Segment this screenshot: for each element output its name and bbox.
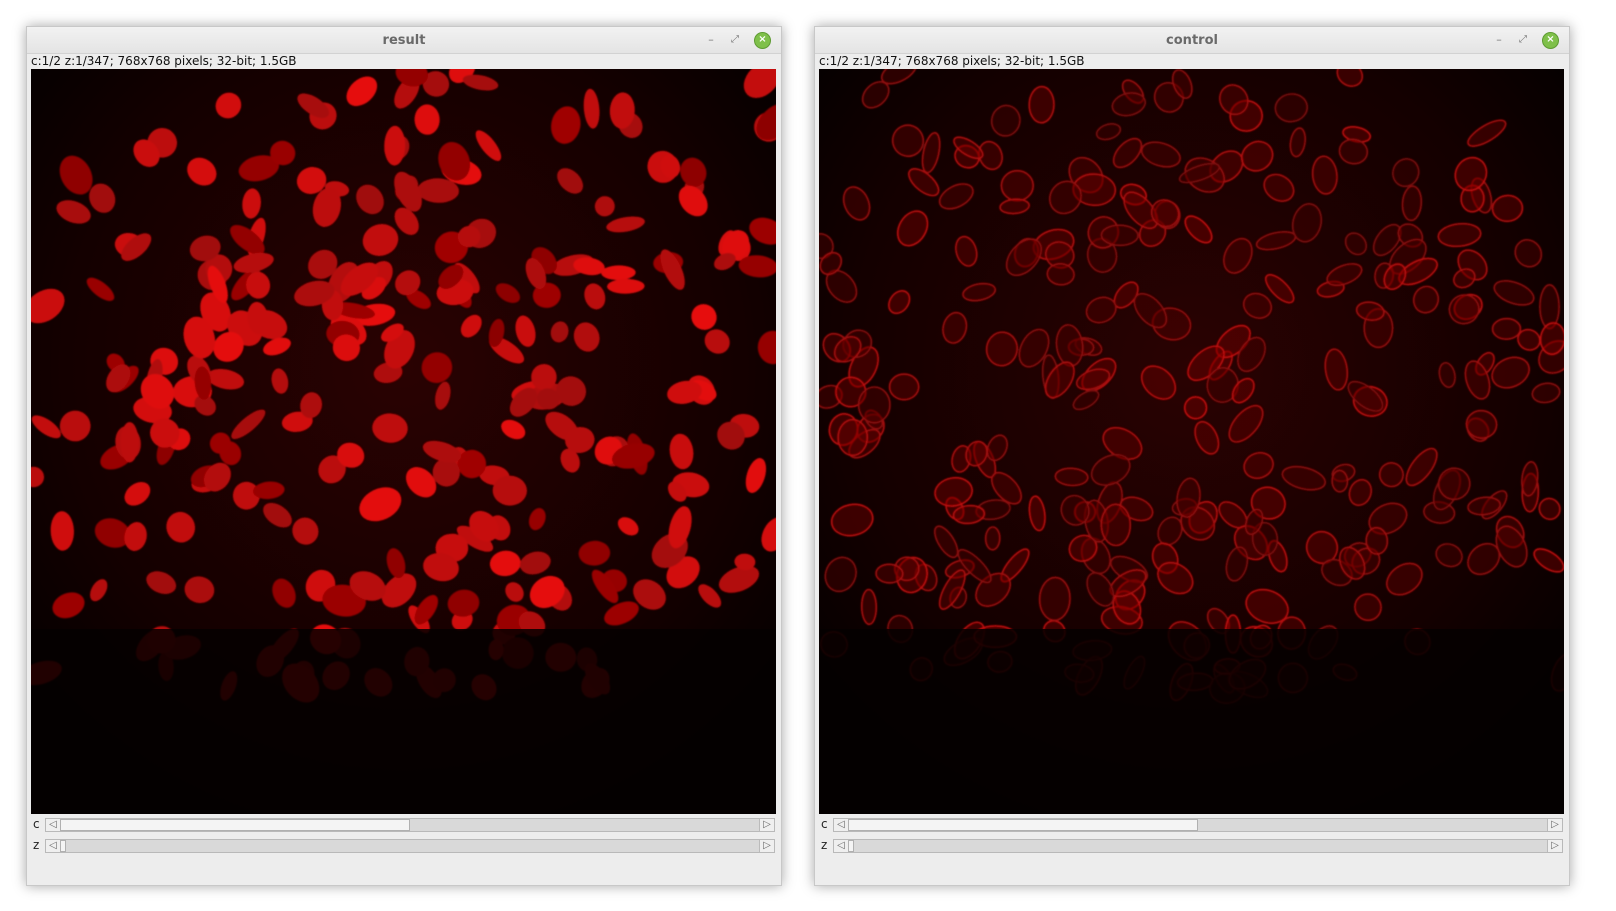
- maximize-button[interactable]: ⤢: [727, 32, 743, 48]
- z-slider[interactable]: z ◁ ▷: [27, 837, 779, 855]
- nucleus: [888, 373, 920, 401]
- nucleus: [857, 386, 891, 424]
- image-info: c:1/2 z:1/347; 768x768 pixels; 32-bit; 1…: [819, 54, 1085, 68]
- scrollbar-track[interactable]: ◁ ▷: [45, 839, 775, 853]
- nucleus: [1331, 469, 1349, 493]
- dark-region: [819, 629, 1564, 814]
- z-label: z: [821, 838, 828, 852]
- right-arrow-icon[interactable]: ▷: [759, 840, 774, 852]
- minimize-button[interactable]: –: [1491, 32, 1507, 48]
- scrollbar-thumb[interactable]: [60, 819, 410, 831]
- scrollbar-track[interactable]: ◁ ▷: [45, 818, 775, 832]
- nucleus: [1100, 224, 1139, 247]
- nucleus: [1539, 283, 1560, 330]
- maximize-button[interactable]: ⤢: [1515, 32, 1531, 48]
- title-bar[interactable]: result – ⤢ ×: [27, 27, 781, 54]
- channel-label: c: [821, 817, 828, 831]
- minimize-button[interactable]: –: [703, 32, 719, 48]
- z-slider[interactable]: z ◁ ▷: [815, 837, 1567, 855]
- nucleus: [860, 588, 878, 626]
- image-canvas[interactable]: [819, 69, 1564, 814]
- nucleus: [984, 526, 1001, 551]
- title-bar[interactable]: control – ⤢ ×: [815, 27, 1569, 54]
- scrollbar-thumb[interactable]: [848, 840, 854, 852]
- scrollbar-thumb[interactable]: [60, 840, 66, 852]
- nucleus: [1028, 85, 1055, 124]
- nucleus: [1038, 576, 1071, 622]
- nucleus: [837, 418, 869, 457]
- close-button[interactable]: ×: [754, 32, 771, 49]
- left-arrow-icon[interactable]: ◁: [46, 819, 61, 831]
- left-arrow-icon[interactable]: ◁: [834, 840, 849, 852]
- close-button[interactable]: ×: [1542, 32, 1559, 49]
- right-arrow-icon[interactable]: ▷: [1547, 819, 1562, 831]
- image-canvas[interactable]: [31, 69, 776, 814]
- nucleus: [1000, 169, 1035, 202]
- left-arrow-icon[interactable]: ◁: [834, 819, 849, 831]
- window-title: control: [1166, 33, 1218, 48]
- control-window: control – ⤢ × c:1/2 z:1/347; 768x768 pix…: [814, 26, 1570, 886]
- nucleus: [120, 421, 139, 463]
- channel-slider[interactable]: c ◁ ▷: [27, 816, 779, 834]
- result-window: result – ⤢ × c:1/2 z:1/347; 768x768 pixe…: [26, 26, 782, 886]
- left-arrow-icon[interactable]: ◁: [46, 840, 61, 852]
- window-title: result: [382, 33, 426, 48]
- nucleus: [1100, 503, 1132, 547]
- nucleus: [1491, 317, 1522, 341]
- right-arrow-icon[interactable]: ▷: [1547, 840, 1562, 852]
- scrollbar-track[interactable]: ◁ ▷: [833, 818, 1563, 832]
- nucleus: [875, 563, 904, 584]
- dark-region: [31, 629, 776, 814]
- image-info: c:1/2 z:1/347; 768x768 pixels; 32-bit; 1…: [31, 54, 297, 68]
- scrollbar-thumb[interactable]: [848, 819, 1198, 831]
- channel-slider[interactable]: c ◁ ▷: [815, 816, 1567, 834]
- right-arrow-icon[interactable]: ▷: [759, 819, 774, 831]
- channel-label: c: [33, 817, 40, 831]
- z-label: z: [33, 838, 40, 852]
- scrollbar-track[interactable]: ◁ ▷: [833, 839, 1563, 853]
